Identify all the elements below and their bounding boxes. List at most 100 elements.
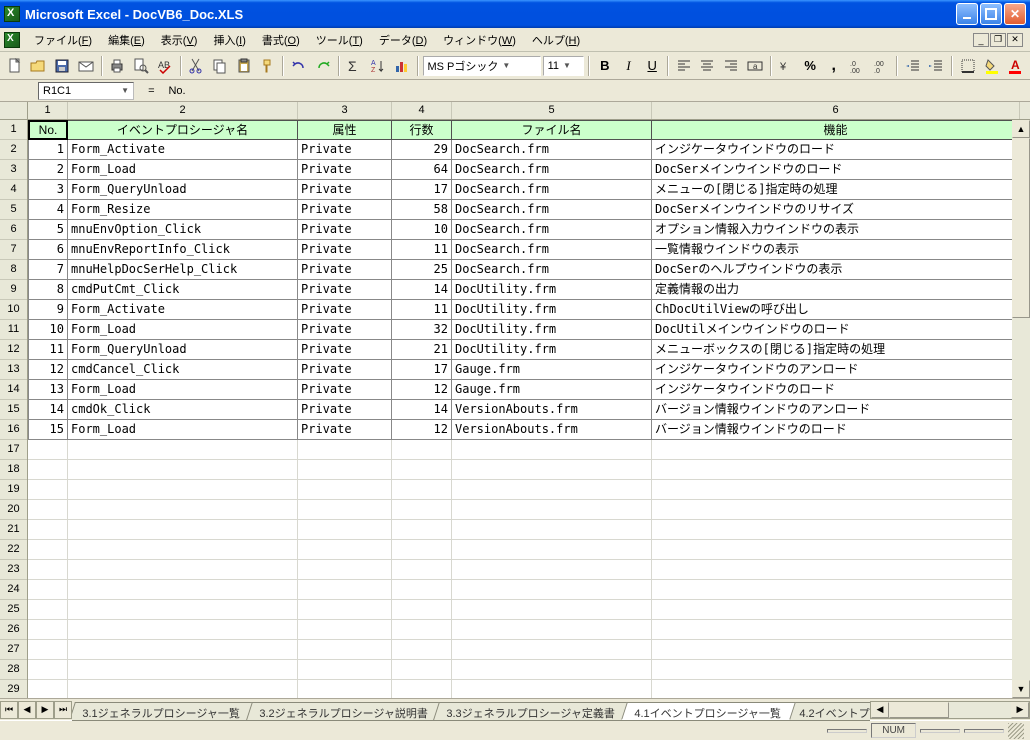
column-header[interactable]: 2 [68,102,298,119]
table-cell[interactable] [68,540,298,560]
table-cell[interactable] [28,580,68,600]
row-header[interactable]: 19 [0,480,27,500]
table-cell[interactable]: 12 [392,380,452,400]
menu-item[interactable]: ファイル(F) [26,29,100,51]
table-cell[interactable]: Private [298,220,392,240]
table-cell[interactable] [298,560,392,580]
table-cell[interactable] [68,640,298,660]
row-header[interactable]: 22 [0,540,27,560]
open-file-icon[interactable] [28,55,50,77]
table-cell[interactable]: Private [298,200,392,220]
sheet-tab[interactable]: 4.2イベントプロシ [786,702,870,720]
bold-icon[interactable]: B [594,55,616,77]
doc-close-button[interactable]: ✕ [1007,33,1023,47]
menu-item[interactable]: ウィンドウ(W) [435,29,524,51]
table-cell[interactable]: ChDocUtilViewの呼び出し [652,300,1020,320]
table-cell[interactable]: メニューボックスの[閉じる]指定時の処理 [652,340,1020,360]
menu-item[interactable]: 書式(O) [254,29,308,51]
format-painter-icon[interactable] [257,55,279,77]
table-cell[interactable] [298,540,392,560]
cells-area[interactable]: No.イベントプロシージャ名属性行数ファイル名機能1Form_ActivateP… [28,120,1030,698]
autosum-icon[interactable]: Σ [344,55,366,77]
table-header-cell[interactable]: No. [28,120,68,140]
table-cell[interactable] [392,600,452,620]
row-header[interactable]: 9 [0,280,27,300]
table-cell[interactable]: 13 [28,380,68,400]
table-cell[interactable] [298,680,392,698]
table-cell[interactable] [392,440,452,460]
resize-grip-icon[interactable] [1008,723,1024,739]
table-cell[interactable] [298,520,392,540]
table-cell[interactable] [652,580,1020,600]
save-icon[interactable] [51,55,73,77]
align-center-icon[interactable] [697,55,719,77]
table-cell[interactable] [452,520,652,540]
table-cell[interactable]: 一覧情報ウインドウの表示 [652,240,1020,260]
table-cell[interactable]: 11 [392,300,452,320]
print-preview-icon[interactable] [130,55,152,77]
row-header[interactable]: 5 [0,200,27,220]
table-cell[interactable]: 21 [392,340,452,360]
fill-color-icon[interactable] [981,55,1003,77]
undo-icon[interactable] [288,55,310,77]
table-cell[interactable] [452,440,652,460]
table-cell[interactable] [452,600,652,620]
table-cell[interactable] [392,480,452,500]
table-cell[interactable]: 10 [392,220,452,240]
row-header[interactable]: 23 [0,560,27,580]
select-all-corner[interactable] [0,102,28,119]
table-cell[interactable]: Private [298,160,392,180]
table-cell[interactable]: Private [298,320,392,340]
table-cell[interactable]: Private [298,360,392,380]
horizontal-scrollbar[interactable]: ◀ ▶ [870,701,1030,719]
table-cell[interactable] [28,440,68,460]
table-cell[interactable]: 7 [28,260,68,280]
table-cell[interactable] [392,560,452,580]
table-cell[interactable] [392,500,452,520]
table-cell[interactable]: DocSearch.frm [452,260,652,280]
column-header[interactable]: 3 [298,102,392,119]
table-cell[interactable] [68,680,298,698]
table-cell[interactable] [652,540,1020,560]
row-header[interactable]: 20 [0,500,27,520]
table-cell[interactable] [452,540,652,560]
table-cell[interactable]: DocSearch.frm [452,140,652,160]
vertical-scrollbar[interactable]: ▲ ▼ [1012,120,1030,698]
table-cell[interactable] [68,620,298,640]
tab-next-button[interactable]: ▶ [36,701,54,719]
table-cell[interactable] [652,520,1020,540]
table-cell[interactable]: 25 [392,260,452,280]
table-cell[interactable]: メニューの[閉じる]指定時の処理 [652,180,1020,200]
table-cell[interactable] [298,500,392,520]
table-cell[interactable]: DocSerメインウインドウのロード [652,160,1020,180]
table-cell[interactable]: Form_Load [68,380,298,400]
table-cell[interactable] [452,460,652,480]
table-cell[interactable]: 12 [392,420,452,440]
table-cell[interactable]: 定義情報の出力 [652,280,1020,300]
table-cell[interactable]: DocUtility.frm [452,300,652,320]
row-header[interactable]: 12 [0,340,27,360]
table-cell[interactable]: 14 [392,400,452,420]
table-cell[interactable]: 2 [28,160,68,180]
table-cell[interactable]: 10 [28,320,68,340]
table-cell[interactable]: 11 [28,340,68,360]
table-cell[interactable] [652,640,1020,660]
scroll-thumb[interactable] [1012,138,1030,318]
scroll-down-button[interactable]: ▼ [1012,680,1030,698]
align-left-icon[interactable] [673,55,695,77]
table-cell[interactable]: mnuEnvReportInfo_Click [68,240,298,260]
minimize-button[interactable] [956,3,978,25]
table-cell[interactable] [652,680,1020,698]
table-cell[interactable]: オプション情報入力ウインドウの表示 [652,220,1020,240]
table-cell[interactable] [28,660,68,680]
table-cell[interactable]: DocUtility.frm [452,280,652,300]
table-cell[interactable] [298,440,392,460]
row-header[interactable]: 6 [0,220,27,240]
table-cell[interactable]: DocSearch.frm [452,220,652,240]
redo-icon[interactable] [312,55,334,77]
table-cell[interactable]: DocUtilメインウインドウのロード [652,320,1020,340]
table-cell[interactable]: VersionAbouts.frm [452,400,652,420]
table-cell[interactable] [652,620,1020,640]
table-cell[interactable]: Form_QueryUnload [68,180,298,200]
table-cell[interactable] [28,680,68,698]
